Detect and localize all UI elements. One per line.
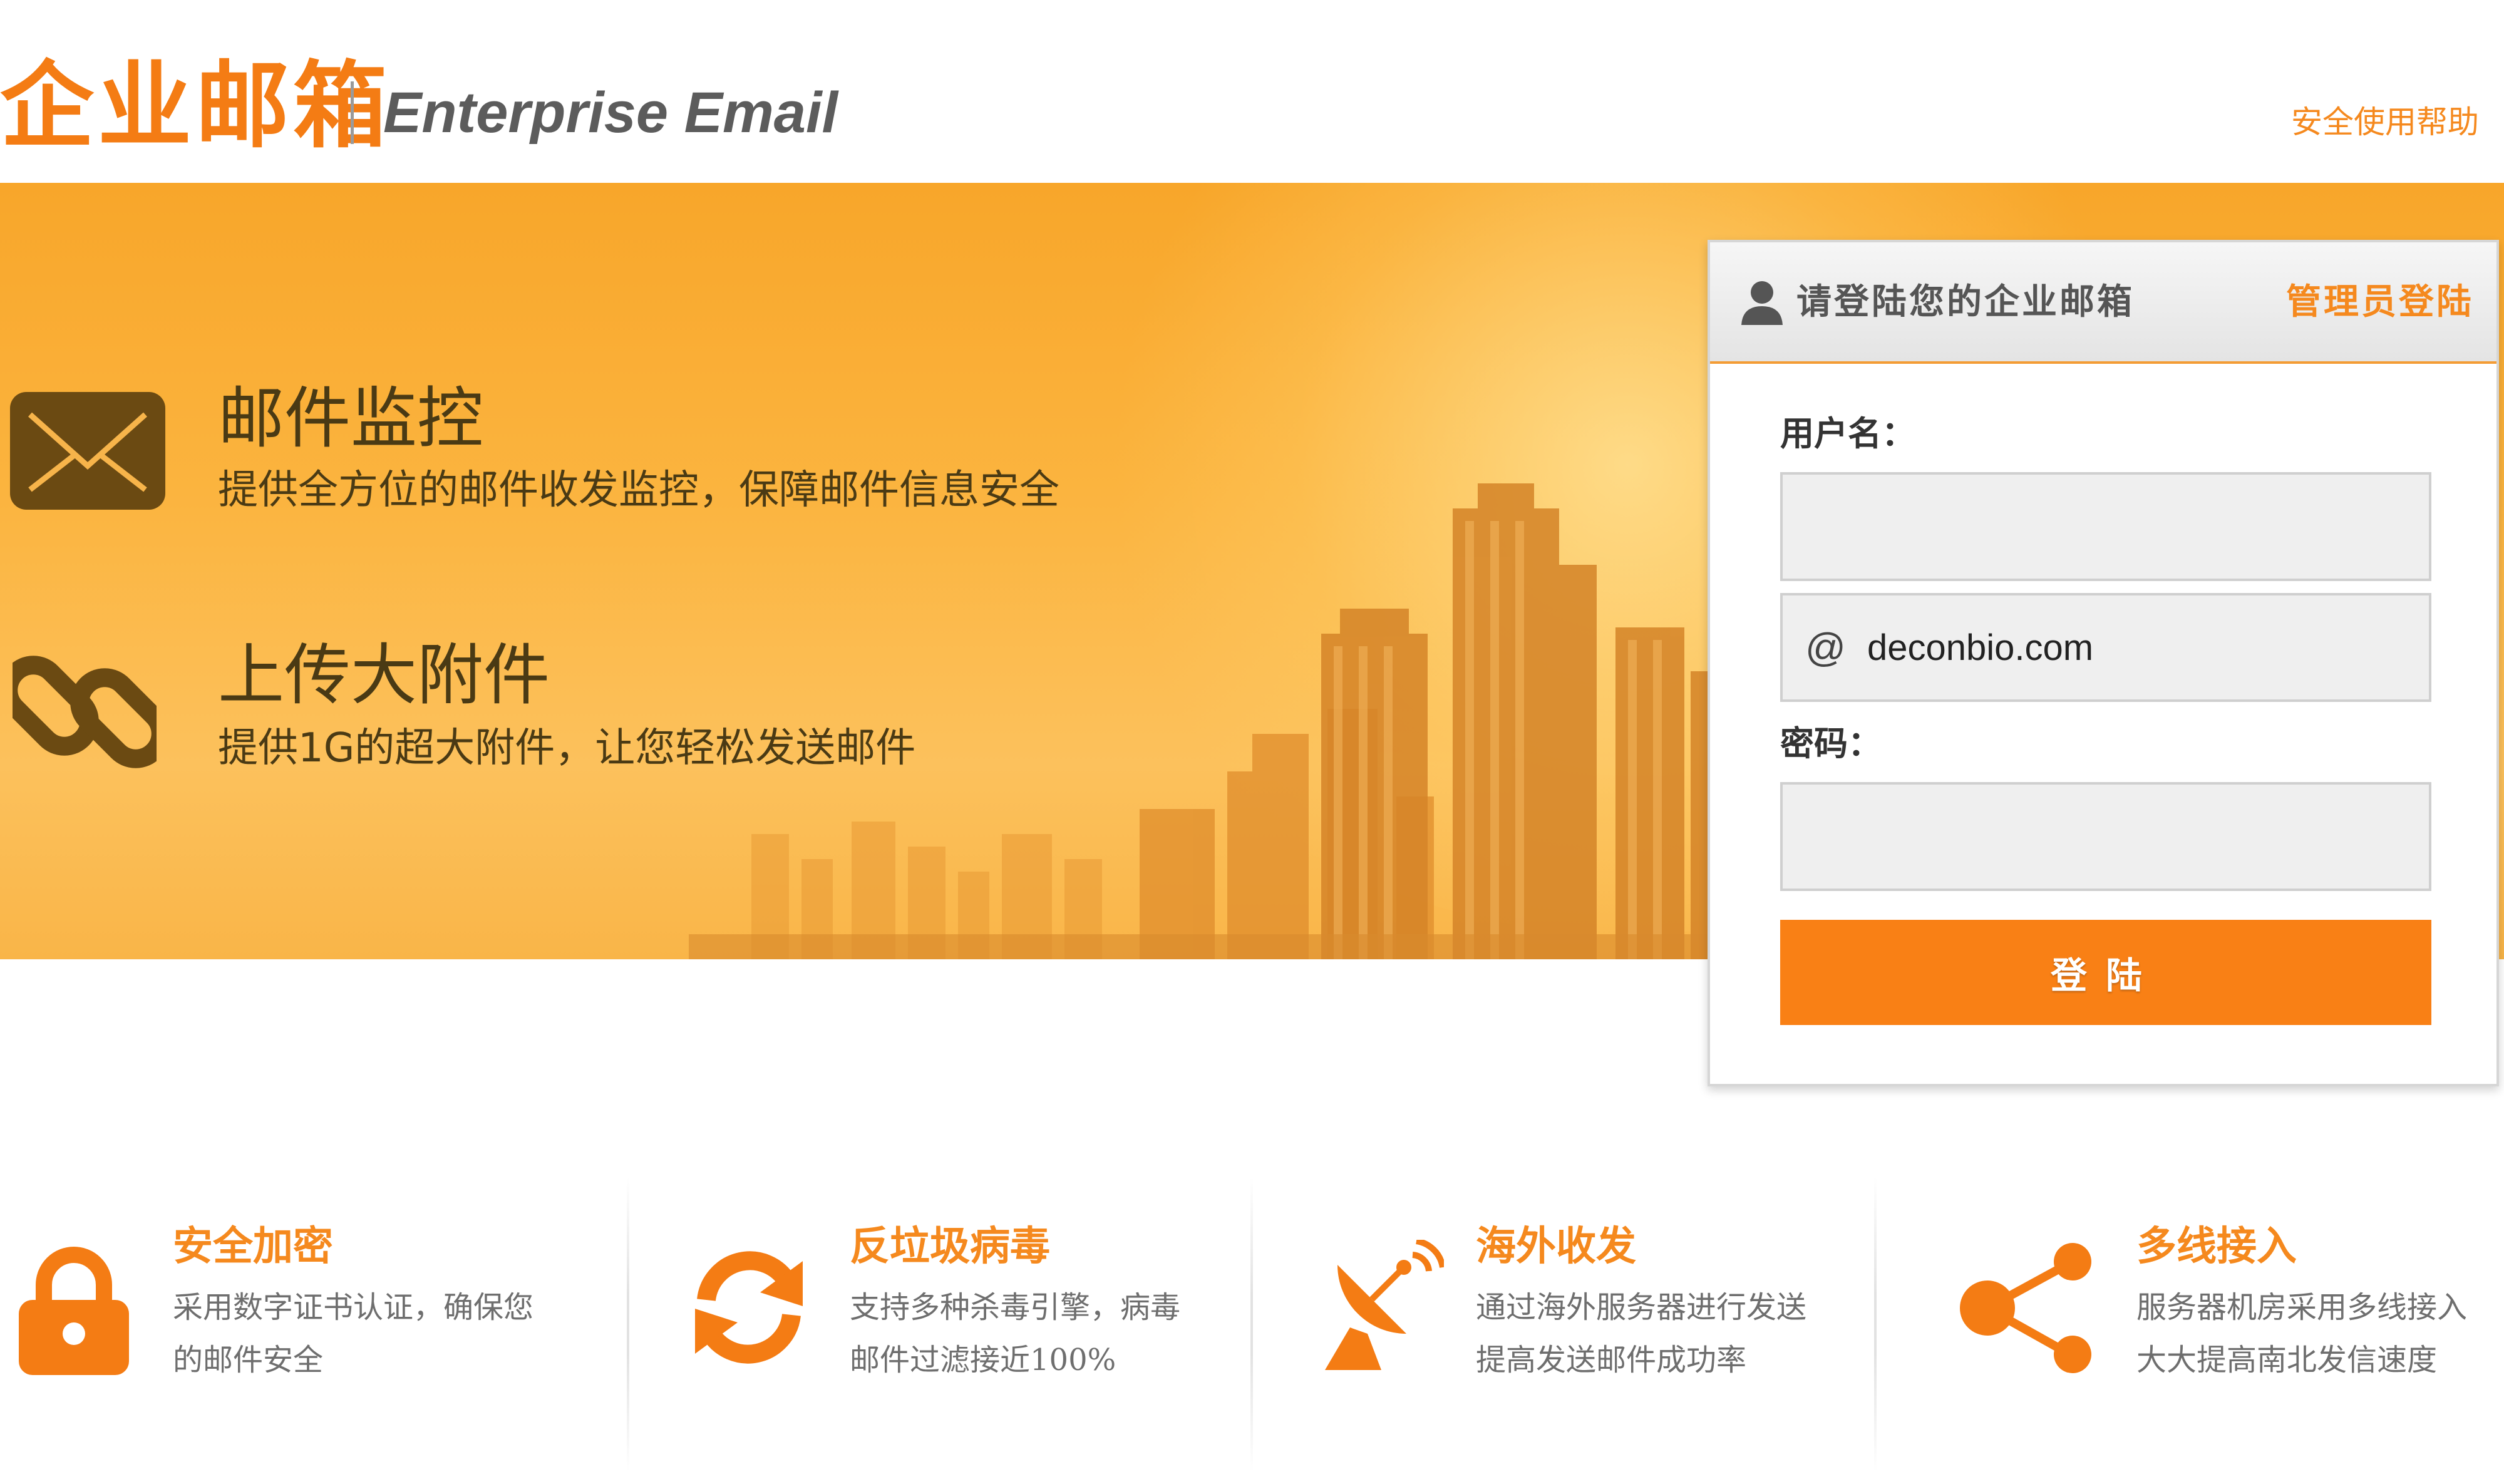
feature-title-multi-line: 多线接入 [2136, 1224, 2297, 1270]
at-sign: @ [1805, 625, 1846, 670]
refresh-icon [695, 1251, 803, 1364]
feature-title-mail-monitor: 邮件监控 [218, 380, 483, 457]
feature-desc-large-attachment: 提供1G的超大附件，让您轻松发送邮件 [218, 725, 916, 771]
password-field-box [1780, 782, 2431, 891]
user-icon [1741, 281, 1783, 325]
logo-divider [351, 81, 354, 144]
feature-title-security: 安全加密 [173, 1224, 333, 1270]
chain-link-icon [13, 656, 157, 768]
login-panel-header: 请登陆您的企业邮箱 管理员登陆 [1710, 242, 2496, 364]
envelope-icon [10, 392, 165, 510]
site-header: 企业邮箱 Enterprise Email 安全使用帮助 [0, 0, 2504, 183]
feature-title-overseas: 海外收发 [1476, 1224, 1636, 1270]
login-button[interactable]: 登陆 [1780, 920, 2431, 1025]
feature-title-anti-spam: 反垃圾病毒 [850, 1224, 1050, 1270]
feature-desc-multi-line: 服务器机房采用多线接入 大大提高南北发信速度 [2136, 1290, 2468, 1378]
domain-field: @ deconbio.com [1780, 593, 2431, 702]
domain-text: deconbio.com [1867, 627, 2094, 668]
lock-icon [19, 1247, 129, 1375]
logo-english: Enterprise Email [383, 81, 838, 145]
feature-desc-anti-spam: 支持多种杀毒引擎，病毒 邮件过滤接近100% [850, 1290, 1181, 1378]
satellite-dish-icon [1325, 1240, 1444, 1370]
username-field-box [1780, 472, 2431, 581]
feature-desc-mail-monitor: 提供全方位的邮件收发监控，保障邮件信息安全 [218, 467, 1059, 513]
logo-chinese: 企业邮箱 [0, 52, 391, 161]
feature-desc-security: 采用数字证书认证，确保您 的邮件安全 [173, 1290, 534, 1378]
login-title: 请登陆您的企业邮箱 [1796, 281, 2135, 322]
password-input[interactable] [1783, 785, 2429, 889]
login-panel: 请登陆您的企业邮箱 管理员登陆 用户名： @ deconbio.com 密码： … [1708, 240, 2499, 1086]
username-label: 用户名： [1780, 413, 1915, 453]
share-icon [1960, 1243, 2091, 1373]
feature-desc-overseas: 通过海外服务器进行发送 提高发送邮件成功率 [1476, 1290, 1807, 1378]
feature-divider [1874, 1177, 1877, 1471]
security-help-link[interactable]: 安全使用帮助 [2291, 100, 2479, 144]
feature-title-large-attachment: 上传大附件 [218, 637, 550, 714]
admin-login-link[interactable]: 管理员登陆 [2286, 274, 2474, 330]
password-label: 密码： [1780, 723, 1882, 763]
feature-divider [1250, 1177, 1253, 1471]
feature-divider [627, 1177, 629, 1471]
username-input[interactable] [1783, 475, 2429, 579]
